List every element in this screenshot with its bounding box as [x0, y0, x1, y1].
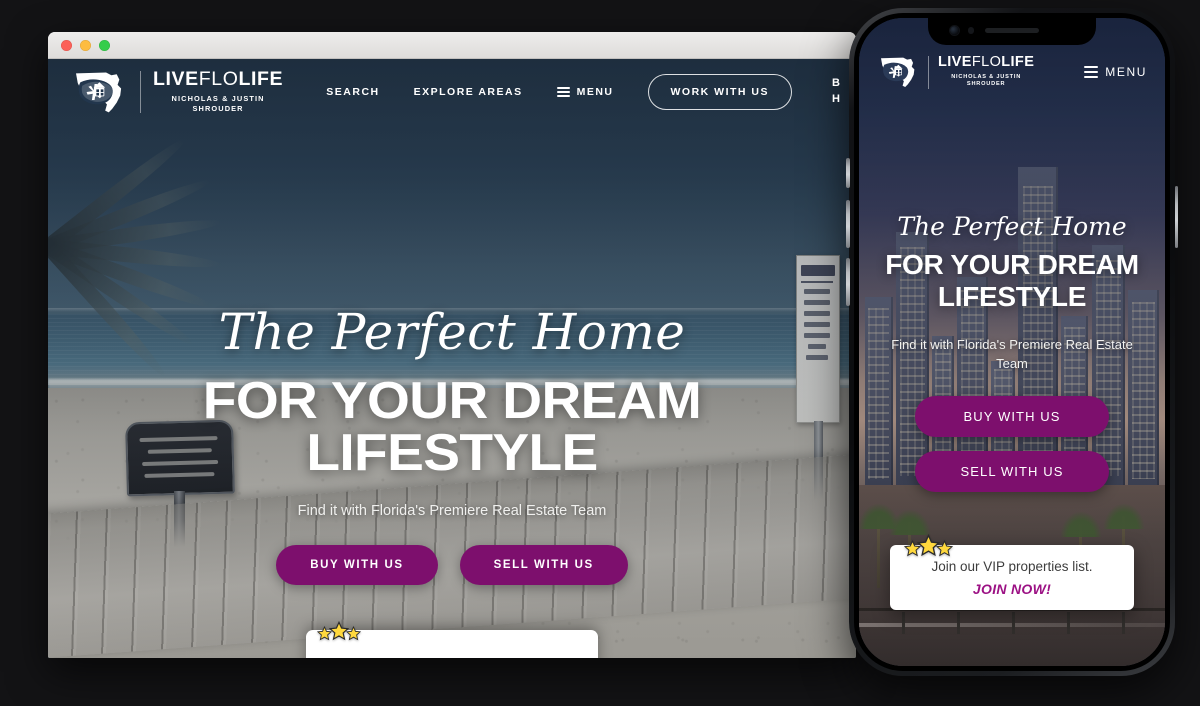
hamburger-icon	[1084, 63, 1099, 81]
phone-power-button[interactable]	[1174, 186, 1178, 248]
phone-notch	[928, 18, 1096, 45]
star-rating-decoration	[904, 534, 953, 557]
vip-popup-mobile[interactable]: Join our VIP properties list. JOIN NOW!	[890, 534, 1134, 610]
phone-volume-up-button[interactable]	[846, 200, 850, 248]
logo-divider	[140, 71, 141, 113]
mobile-hero-subtitle: Find it with Florida's Premiere Real Est…	[891, 336, 1133, 371]
mobile-buy-with-us-button[interactable]: BUY WITH US	[915, 395, 1109, 437]
florida-logo-icon	[881, 57, 915, 88]
desktop-browser-window: LIVEFLOLIFE NICHOLAS & JUSTIN SHROUDER S…	[48, 32, 856, 658]
screenshot-stage: LIVEFLOLIFE NICHOLAS & JUSTIN SHROUDER S…	[0, 0, 1200, 706]
browser-titlebar	[48, 32, 856, 59]
earpiece-speaker	[985, 28, 1039, 33]
logo-wordmark: LIVEFLOLIFE	[938, 54, 1035, 71]
buy-with-us-button[interactable]: BUY WITH US	[276, 545, 438, 585]
nav-link-search[interactable]: SEARCH	[326, 86, 379, 98]
window-close-button[interactable]	[61, 39, 72, 51]
mobile-phone-mockup: LIVEFLOLIFE NICHOLAS & JUSTIN SHROUDER M…	[846, 8, 1178, 676]
florida-logo-icon	[76, 72, 122, 113]
mobile-menu-toggle[interactable]: MENU	[1084, 63, 1147, 81]
logo-agent-names: NICHOLAS & JUSTIN SHROUDER	[171, 94, 265, 114]
phone-bezel: LIVEFLOLIFE NICHOLAS & JUSTIN SHROUDER M…	[854, 13, 1170, 671]
mobile-sell-with-us-button[interactable]: SELL WITH US	[915, 450, 1109, 492]
mobile-navbar: LIVEFLOLIFE NICHOLAS & JUSTIN SHROUDER M…	[859, 46, 1165, 98]
sell-with-us-button[interactable]: SELL WITH US	[459, 545, 628, 585]
hamburger-icon	[556, 84, 570, 99]
phone-volume-down-button[interactable]	[846, 258, 850, 306]
mobile-hero-script-line: The Perfect Home	[897, 212, 1127, 241]
desktop-hero: The Perfect Home FOR YOUR DREAM LIFESTYL…	[48, 307, 856, 585]
mobile-site-logo[interactable]: LIVEFLOLIFE NICHOLAS & JUSTIN SHROUDER	[877, 55, 1034, 89]
logo-wordmark: LIVEFLOLIFE	[153, 67, 284, 90]
nav-link-explore-areas[interactable]: EXPLORE AREAS	[414, 86, 523, 98]
window-zoom-button[interactable]	[99, 39, 110, 51]
logo-agent-names: NICHOLAS & JUSTIN SHROUDER	[951, 73, 1022, 88]
mobile-cta-column: BUY WITH US SELL WITH US	[877, 395, 1147, 492]
vip-popup-desktop[interactable]	[306, 621, 598, 658]
hero-subtitle: Find it with Florida's Premiere Real Est…	[297, 503, 607, 519]
join-now-link[interactable]: JOIN NOW!	[900, 581, 1124, 597]
hero-headline: FOR YOUR DREAM LIFESTYLE	[202, 372, 702, 482]
work-with-us-button[interactable]: WORK WITH US	[647, 74, 792, 110]
front-camera-icon	[950, 26, 959, 35]
hero-cta-row: BUY WITH US SELL WITH US	[78, 545, 826, 585]
clipped-right-text: B H	[832, 77, 841, 105]
phone-silent-switch[interactable]	[846, 158, 850, 188]
star-icon	[346, 626, 361, 641]
star-rating-decoration	[317, 621, 361, 641]
mobile-hero-headline: FOR YOUR DREAM LIFESTYLE	[885, 249, 1139, 313]
mobile-hero: The Perfect Home FOR YOUR DREAM LIFESTYL…	[859, 214, 1165, 492]
proximity-sensor-icon	[968, 27, 974, 34]
logo-divider	[928, 55, 929, 89]
desktop-navbar: LIVEFLOLIFE NICHOLAS & JUSTIN SHROUDER S…	[48, 59, 856, 125]
site-logo[interactable]: LIVEFLOLIFE NICHOLAS & JUSTIN SHROUDER	[70, 69, 283, 115]
desktop-viewport: LIVEFLOLIFE NICHOLAS & JUSTIN SHROUDER S…	[48, 59, 856, 658]
mobile-menu-label: MENU	[1105, 65, 1147, 79]
vip-popup-text: Join our VIP properties list.	[931, 559, 1093, 574]
hero-script-line: The Perfect Home	[218, 303, 686, 361]
phone-screen: LIVEFLOLIFE NICHOLAS & JUSTIN SHROUDER M…	[859, 18, 1165, 666]
nav-menu-toggle[interactable]: MENU	[556, 84, 614, 99]
window-minimize-button[interactable]	[80, 39, 91, 51]
nav-menu-label: MENU	[576, 86, 614, 98]
star-icon	[936, 540, 953, 557]
